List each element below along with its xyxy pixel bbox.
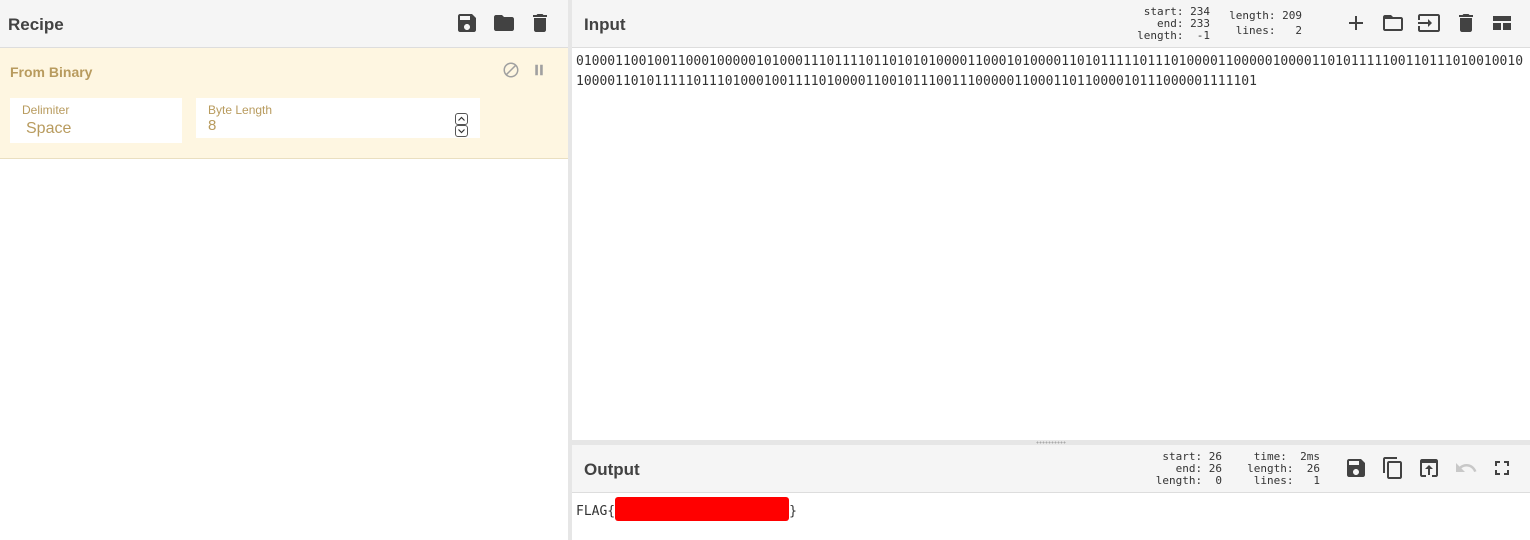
delimiter-label: Delimiter bbox=[22, 103, 70, 117]
clear-input-trash-icon[interactable] bbox=[1454, 11, 1478, 35]
delimiter-field[interactable]: Delimiter Space bbox=[10, 98, 182, 143]
reset-layout-icon[interactable] bbox=[1490, 11, 1514, 35]
output-suffix: } bbox=[789, 504, 797, 519]
replace-input-icon[interactable] bbox=[1417, 456, 1441, 480]
pause-icon[interactable] bbox=[530, 61, 548, 79]
disable-icon[interactable] bbox=[502, 61, 520, 79]
input-selection-length-stat: length: -1 bbox=[1137, 29, 1210, 42]
input-header: Input start: 234 end: 233 length: -1 lengt… bbox=[572, 0, 1530, 48]
byte-length-value[interactable]: 8 bbox=[208, 117, 216, 134]
resize-grip[interactable] bbox=[1036, 441, 1066, 444]
input-length-stat: length: 209 bbox=[1229, 9, 1302, 22]
input-lines-stat: lines: 2 bbox=[1235, 24, 1302, 37]
input-length-stats: length: 209 lines: 2 bbox=[1222, 10, 1302, 37]
operation-from-binary[interactable]: From Binary Delimiter Space Byte Length … bbox=[0, 48, 568, 159]
input-pane: Input start: 234 end: 233 length: -1 lengt… bbox=[572, 0, 1530, 440]
output-pane: Output start: 26 end: 26 length: 0 time: 2… bbox=[572, 445, 1530, 540]
delimiter-value[interactable]: Space bbox=[26, 120, 71, 138]
output-title: Output bbox=[584, 460, 640, 479]
maximize-icon[interactable] bbox=[1490, 456, 1514, 480]
recipe-header: Recipe bbox=[0, 0, 568, 48]
output-info-stats: time: 2ms length: 26 lines: 1 bbox=[1232, 451, 1320, 487]
save-output-icon[interactable] bbox=[1344, 456, 1368, 480]
input-textarea[interactable]: 0100011001001100010000010100011101111011… bbox=[576, 52, 1526, 92]
open-file-folder-icon[interactable] bbox=[1381, 11, 1405, 35]
save-recipe-icon[interactable] bbox=[455, 11, 479, 35]
output-lines-stat: lines: 1 bbox=[1253, 474, 1320, 487]
recipe-title: Recipe bbox=[8, 15, 64, 34]
output-prefix: FLAG{ bbox=[576, 504, 616, 519]
recipe-pane: Recipe From Binary Delimiter Space Byte … bbox=[0, 0, 568, 540]
undo-icon[interactable] bbox=[1454, 456, 1478, 480]
byte-length-field[interactable]: Byte Length 8 bbox=[196, 98, 480, 138]
output-selection-stats: start: 26 end: 26 length: 0 bbox=[1142, 451, 1222, 487]
operation-title: From Binary bbox=[10, 64, 93, 80]
byte-length-label: Byte Length bbox=[208, 103, 273, 117]
increment-icon[interactable] bbox=[455, 113, 468, 125]
input-title: Input bbox=[584, 15, 626, 34]
output-selection-length-stat: length: 0 bbox=[1155, 474, 1222, 487]
clear-recipe-trash-icon[interactable] bbox=[528, 11, 552, 35]
add-tab-plus-icon[interactable] bbox=[1344, 11, 1368, 35]
copy-output-icon[interactable] bbox=[1381, 456, 1405, 480]
open-folder-input-icon[interactable] bbox=[1417, 11, 1441, 35]
decrement-icon[interactable] bbox=[455, 125, 468, 137]
output-header: Output start: 26 end: 26 length: 0 time: 2… bbox=[572, 445, 1530, 493]
output-text[interactable]: FLAG{} bbox=[576, 497, 797, 521]
redaction-block bbox=[615, 497, 790, 521]
load-recipe-folder-icon[interactable] bbox=[492, 11, 516, 35]
input-selection-stats: start: 234 end: 233 length: -1 bbox=[1132, 6, 1210, 42]
